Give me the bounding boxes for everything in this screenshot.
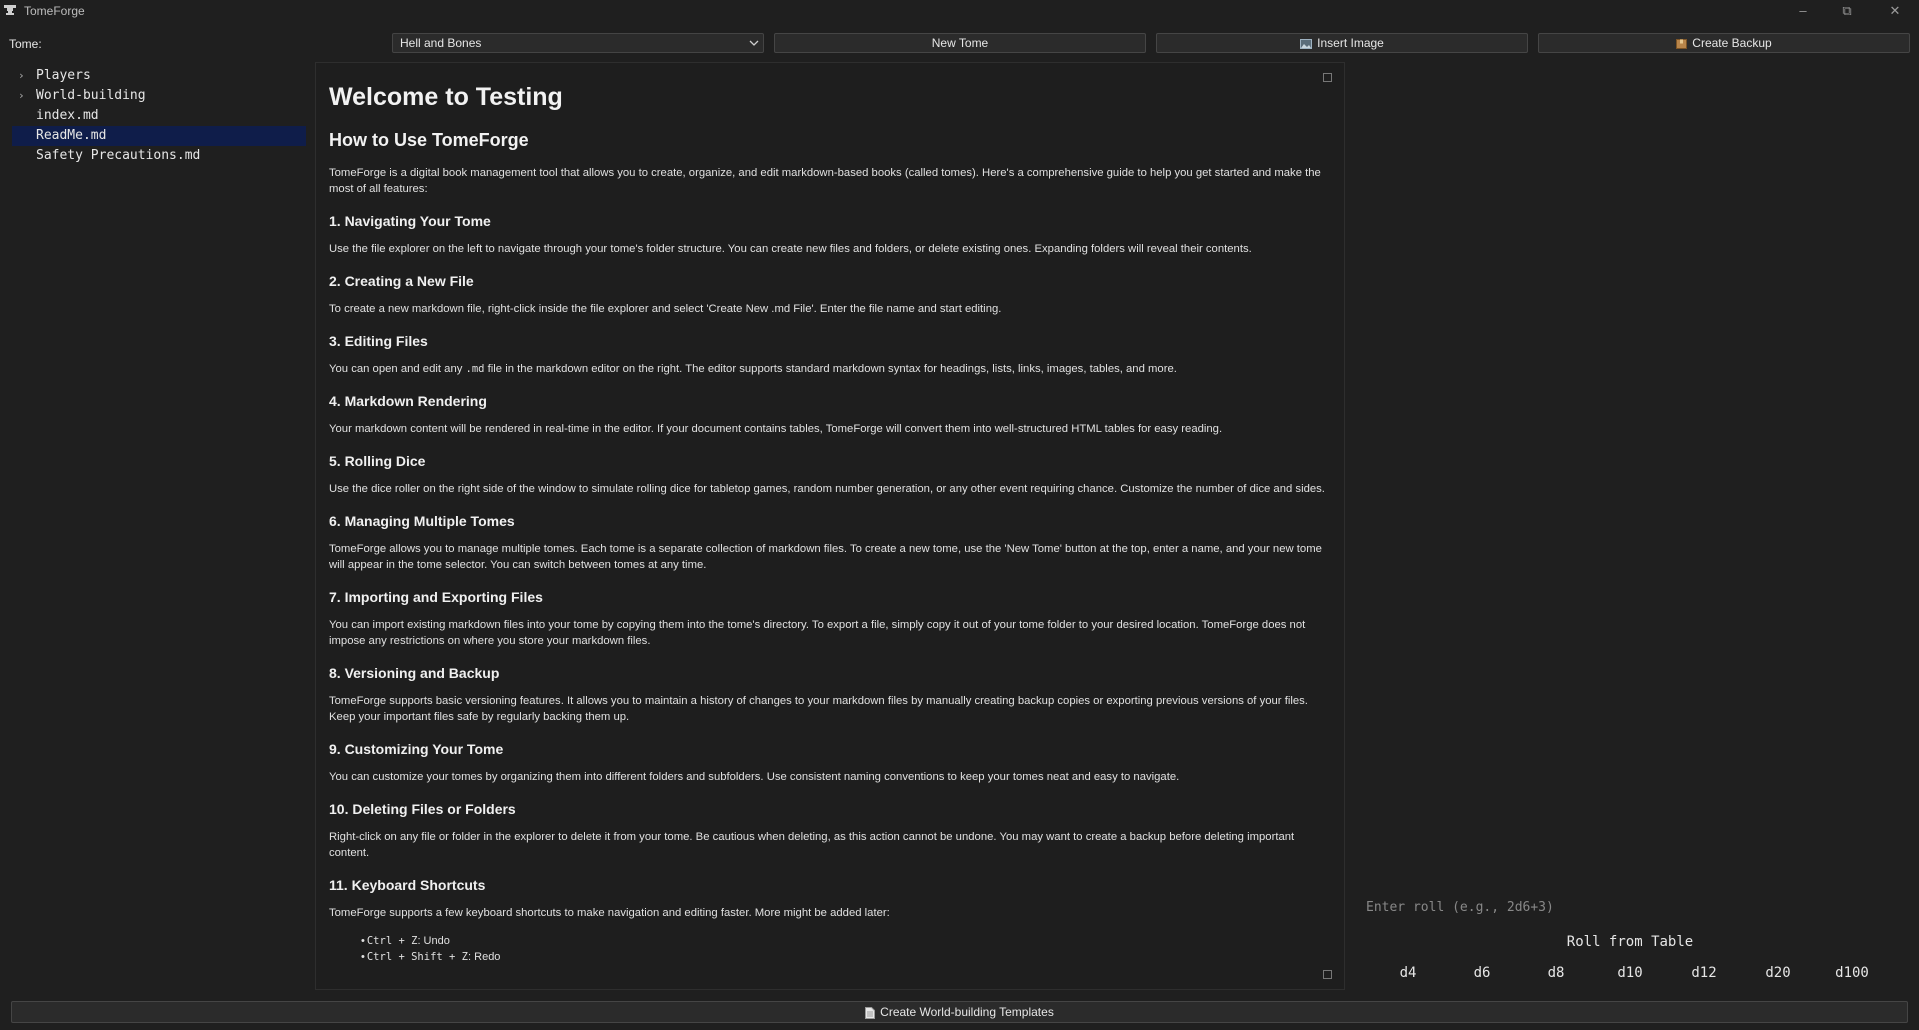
package-icon xyxy=(1676,39,1688,50)
d4-button[interactable]: d4 xyxy=(1378,962,1438,984)
d8-button[interactable]: d8 xyxy=(1526,962,1586,984)
chevron-right-icon[interactable]: › xyxy=(18,66,25,86)
expand-corner-icon[interactable] xyxy=(1323,970,1332,979)
roll-from-table-button[interactable]: Roll from Table xyxy=(1530,931,1730,953)
section-heading: 5. Rolling Dice xyxy=(329,453,426,469)
section-heading: 9. Customizing Your Tome xyxy=(329,741,504,757)
section-text: Your markdown content will be rendered i… xyxy=(329,423,1223,435)
insert-image-button[interactable]: Insert Image xyxy=(1156,33,1528,53)
section-heading: 6. Managing Multiple Tomes xyxy=(329,513,515,529)
create-templates-button[interactable]: Create World-building Templates xyxy=(11,1001,1908,1023)
tree-file-readme[interactable]: ReadMe.md xyxy=(12,126,306,146)
document-subtitle: How to Use TomeForge xyxy=(329,130,529,150)
shortcut-keys: Ctrl + Z xyxy=(366,935,418,947)
section-text: TomeForge supports basic versioning feat… xyxy=(329,695,1308,723)
new-tome-label: New Tome xyxy=(931,36,989,50)
document-title: Welcome to Testing xyxy=(329,83,563,111)
shortcut-list: • Ctrl + Z: Undo • Ctrl + Shift + Z: Redo xyxy=(329,933,1329,965)
tree-file-index[interactable]: index.md xyxy=(12,106,306,126)
close-icon[interactable]: ✕ xyxy=(1878,1,1912,21)
shortcut-keys: Ctrl + Shift + Z xyxy=(366,951,469,963)
document-content: Welcome to Testing How to Use TomeForge … xyxy=(316,63,1343,965)
new-tome-button[interactable]: New Tome xyxy=(774,33,1146,53)
dice-panel xyxy=(1356,62,1916,990)
inline-code: .md xyxy=(465,363,485,375)
tree-folder-world-building[interactable]: › World-building xyxy=(12,86,306,106)
tree-item-label: index.md xyxy=(36,108,99,123)
markdown-editor[interactable]: Welcome to Testing How to Use TomeForge … xyxy=(315,62,1345,990)
create-backup-label: Create Backup xyxy=(1692,36,1772,50)
section-text: Right-click on any file or folder in the… xyxy=(329,831,1295,859)
chevron-right-icon[interactable]: › xyxy=(18,86,25,106)
tree-item-label: World-building xyxy=(36,88,146,103)
section-heading: 11. Keyboard Shortcuts xyxy=(329,877,486,893)
minimize-icon[interactable]: – xyxy=(1786,1,1820,21)
tree-folder-players[interactable]: › Players xyxy=(12,66,306,86)
section-text: TomeForge supports a few keyboard shortc… xyxy=(329,907,890,919)
intro-paragraph: TomeForge is a digital book management t… xyxy=(329,167,1321,195)
roll-input[interactable] xyxy=(1358,895,1674,919)
title-bar: TomeForge – ⧉ ✕ xyxy=(0,0,1919,22)
tree-file-safety-precautions[interactable]: Safety Precautions.md xyxy=(12,146,306,166)
section-text: TomeForge allows you to manage multiple … xyxy=(329,543,1322,571)
section-heading: 8. Versioning and Backup xyxy=(329,665,500,681)
d6-button[interactable]: d6 xyxy=(1452,962,1512,984)
section-text: You can open and edit any .md file in th… xyxy=(329,361,1329,377)
section-heading: 3. Editing Files xyxy=(329,333,428,349)
image-icon xyxy=(1300,38,1313,49)
section-heading: 10. Deleting Files or Folders xyxy=(329,801,516,817)
window-title: TomeForge xyxy=(24,4,85,18)
section-heading: 4. Markdown Rendering xyxy=(329,393,487,409)
d100-button[interactable]: d100 xyxy=(1822,962,1882,984)
section-heading: 7. Importing and Exporting Files xyxy=(329,589,543,605)
section-text: You can import existing markdown files i… xyxy=(329,619,1306,647)
document-icon xyxy=(865,1006,876,1019)
list-item: • Ctrl + Shift + Z: Redo xyxy=(361,951,501,963)
tree-item-label: Safety Precautions.md xyxy=(36,148,201,163)
text-fragment: file in the markdown editor on the right… xyxy=(484,363,1177,375)
section-text: You can customize your tomes by organizi… xyxy=(329,771,1180,783)
d12-button[interactable]: d12 xyxy=(1674,962,1734,984)
section-text: Use the file explorer on the left to nav… xyxy=(329,243,1252,255)
file-explorer[interactable]: › Players › World-building index.md Read… xyxy=(12,66,306,166)
chevron-down-icon xyxy=(749,40,759,46)
section-text: Use the dice roller on the right side of… xyxy=(329,483,1325,495)
anvil-icon xyxy=(4,5,16,15)
shortcut-action: : Undo xyxy=(417,935,450,947)
section-heading: 2. Creating a New File xyxy=(329,273,474,289)
expand-corner-icon[interactable] xyxy=(1323,73,1332,82)
create-backup-button[interactable]: Create Backup xyxy=(1538,33,1910,53)
section-heading: 1. Navigating Your Tome xyxy=(329,213,491,229)
create-templates-label: Create World-building Templates xyxy=(880,1005,1054,1019)
tome-select[interactable]: Hell and Bones xyxy=(392,33,764,53)
tree-item-label: ReadMe.md xyxy=(36,128,107,143)
list-item: • Ctrl + Z: Undo xyxy=(361,935,450,947)
d20-button[interactable]: d20 xyxy=(1748,962,1808,984)
insert-image-label: Insert Image xyxy=(1317,36,1384,50)
tree-item-label: Players xyxy=(36,68,91,83)
shortcut-action: : Redo xyxy=(468,951,501,963)
d10-button[interactable]: d10 xyxy=(1600,962,1660,984)
tome-label: Tome: xyxy=(9,37,42,51)
text-fragment: You can open and edit any xyxy=(329,363,466,375)
section-text: To create a new markdown file, right-cli… xyxy=(329,303,1002,315)
tome-select-value: Hell and Bones xyxy=(400,36,482,50)
restore-icon[interactable]: ⧉ xyxy=(1830,1,1864,21)
